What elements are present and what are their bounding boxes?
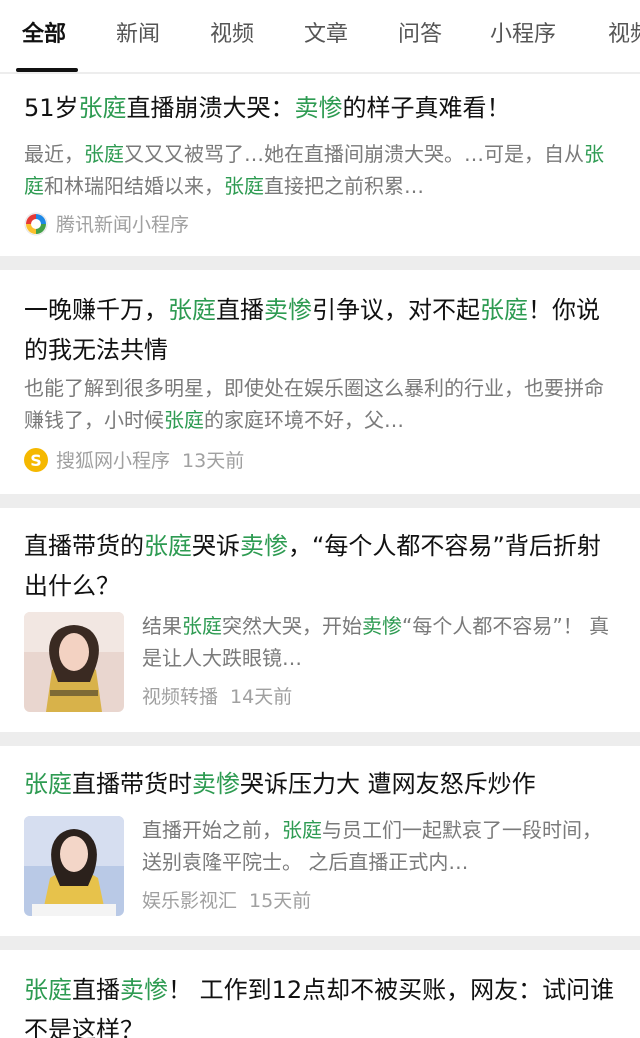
text-segment: 最近， (24, 142, 84, 166)
tencent-news-icon (24, 212, 48, 236)
highlighted-keyword: 张庭 (480, 296, 528, 324)
tab-news[interactable]: 新闻 (116, 20, 160, 50)
search-result[interactable]: 直播带货的张庭哭诉卖惨，“每个人都不容易”背后折射出什么？ 结果张庭突然大哭，开… (0, 508, 640, 732)
highlighted-keyword: 张庭 (224, 174, 264, 198)
tab-all[interactable]: 全部 (22, 20, 66, 50)
highlighted-keyword: 卖惨 (240, 532, 288, 560)
result-source: 娱乐影视汇 (142, 890, 238, 912)
tab-mini-program[interactable]: 小程序 (490, 20, 556, 50)
sohu-icon: S (24, 448, 48, 472)
text-segment: 直播 (72, 976, 120, 1004)
result-title[interactable]: 直播带货的张庭哭诉卖惨，“每个人都不容易”背后折射出什么？ (24, 526, 620, 606)
text-segment: 哭诉 (192, 532, 240, 560)
result-meta: 娱乐影视汇 15天前 (142, 888, 311, 914)
text-segment: 一晚赚千万， (24, 296, 168, 324)
highlighted-keyword: 张庭 (282, 818, 322, 842)
result-title[interactable]: 张庭直播卖惨！ 工作到12点却不被买账，网友：试问谁不是这样？ (24, 970, 620, 1038)
search-result[interactable]: 张庭直播带货时卖惨哭诉压力大 遭网友怒斥炒作 直播开始之前，张庭与员工们一起默哀… (0, 746, 640, 936)
text-segment: 直播 (216, 296, 264, 324)
tab-video[interactable]: 视频 (210, 20, 254, 50)
text-segment: 哭诉压力大 遭网友怒斥炒作 (240, 770, 536, 798)
result-snippet: 直播开始之前，张庭与员工们一起默哀了一段时间，送别袁隆平院士。 之后直播正式内… (142, 814, 616, 878)
highlighted-keyword: 张庭 (182, 614, 222, 638)
text-segment: 直播带货时 (72, 770, 192, 798)
highlighted-keyword: 张庭 (168, 296, 216, 324)
text-segment: 和林瑞阳结婚以来， (44, 174, 224, 198)
highlighted-keyword: 卖惨 (192, 770, 240, 798)
video-thumbnail[interactable] (24, 816, 124, 916)
highlighted-keyword: 卖惨 (264, 296, 312, 324)
text-segment: 结果 (142, 614, 182, 638)
highlighted-keyword: 卖惨 (362, 614, 402, 638)
text-segment: 直播崩溃大哭： (126, 94, 295, 122)
result-snippet: 结果张庭突然大哭，开始卖惨“每个人都不容易”！ 真是让人大跌眼镜… (142, 610, 616, 674)
highlighted-keyword: 卖惨 (294, 94, 343, 122)
result-meta: 搜狐网小程序 13天前 (56, 448, 244, 474)
highlighted-keyword: 张庭 (164, 408, 204, 432)
text-segment: 突然大哭，开始 (222, 614, 362, 638)
tab-qa[interactable]: 问答 (398, 20, 442, 50)
result-snippet: 最近，张庭又又又被骂了…她在直播间崩溃大哭。…可是，自从张庭和林瑞阳结婚以来，张… (24, 138, 616, 202)
search-result[interactable]: 张庭直播卖惨！ 工作到12点却不被买账，网友：试问谁不是这样？ (0, 950, 640, 1038)
result-source: 视频转播 (142, 686, 219, 708)
text-segment: 的样子真难看！ (342, 94, 511, 122)
svg-text:S: S (30, 451, 42, 470)
text-segment: 又又又被骂了…她在直播间崩溃大哭。…可是，自从 (124, 142, 584, 166)
result-meta: 腾讯新闻小程序 (56, 212, 189, 238)
text-segment: 直接把之前积累… (264, 174, 424, 198)
highlighted-keyword: 张庭 (144, 532, 192, 560)
result-source: 搜狐网小程序 (56, 450, 171, 472)
active-tab-indicator (16, 68, 78, 72)
highlighted-keyword: 张庭 (78, 94, 127, 122)
result-snippet: 也能了解到很多明星，即使处在娱乐圈这么暴利的行业，也要拼命赚钱了，小时候张庭的家… (24, 372, 616, 436)
result-time: 15天前 (249, 890, 312, 912)
text-segment: 直播带货的 (24, 532, 144, 560)
highlighted-keyword: 卖惨 (120, 976, 168, 1004)
result-title[interactable]: 张庭直播带货时卖惨哭诉压力大 遭网友怒斥炒作 (24, 764, 620, 804)
search-result[interactable]: 51岁张庭直播崩溃大哭：卖惨的样子真难看！ 最近，张庭又又又被骂了…她在直播间崩… (0, 74, 640, 256)
highlighted-keyword: 张庭 (84, 142, 124, 166)
text-segment: 直播开始之前， (142, 818, 282, 842)
highlighted-keyword: 张庭 (24, 976, 72, 1004)
result-time: 13天前 (182, 450, 245, 472)
text-segment: 51岁 (24, 94, 79, 122)
tab-video-2[interactable]: 视频 (608, 20, 640, 50)
search-result[interactable]: 一晚赚千万，张庭直播卖惨引争议，对不起张庭！你说的我无法共情 也能了解到很多明星… (0, 270, 640, 494)
result-source: 腾讯新闻小程序 (56, 214, 190, 236)
result-title[interactable]: 51岁张庭直播崩溃大哭：卖惨的样子真难看！ (24, 88, 620, 128)
highlighted-keyword: 张庭 (24, 770, 72, 798)
text-segment: 引争议，对不起 (312, 296, 480, 324)
result-meta: 视频转播 14天前 (142, 684, 292, 710)
text-segment: 的家庭环境不好，父… (204, 408, 404, 432)
result-time: 14天前 (230, 686, 293, 708)
tab-article[interactable]: 文章 (304, 20, 348, 50)
video-thumbnail[interactable] (24, 612, 124, 712)
result-title[interactable]: 一晚赚千万，张庭直播卖惨引争议，对不起张庭！你说的我无法共情 (24, 290, 620, 370)
search-tabs: 全部 新闻 视频 文章 问答 小程序 视频 (0, 0, 640, 72)
